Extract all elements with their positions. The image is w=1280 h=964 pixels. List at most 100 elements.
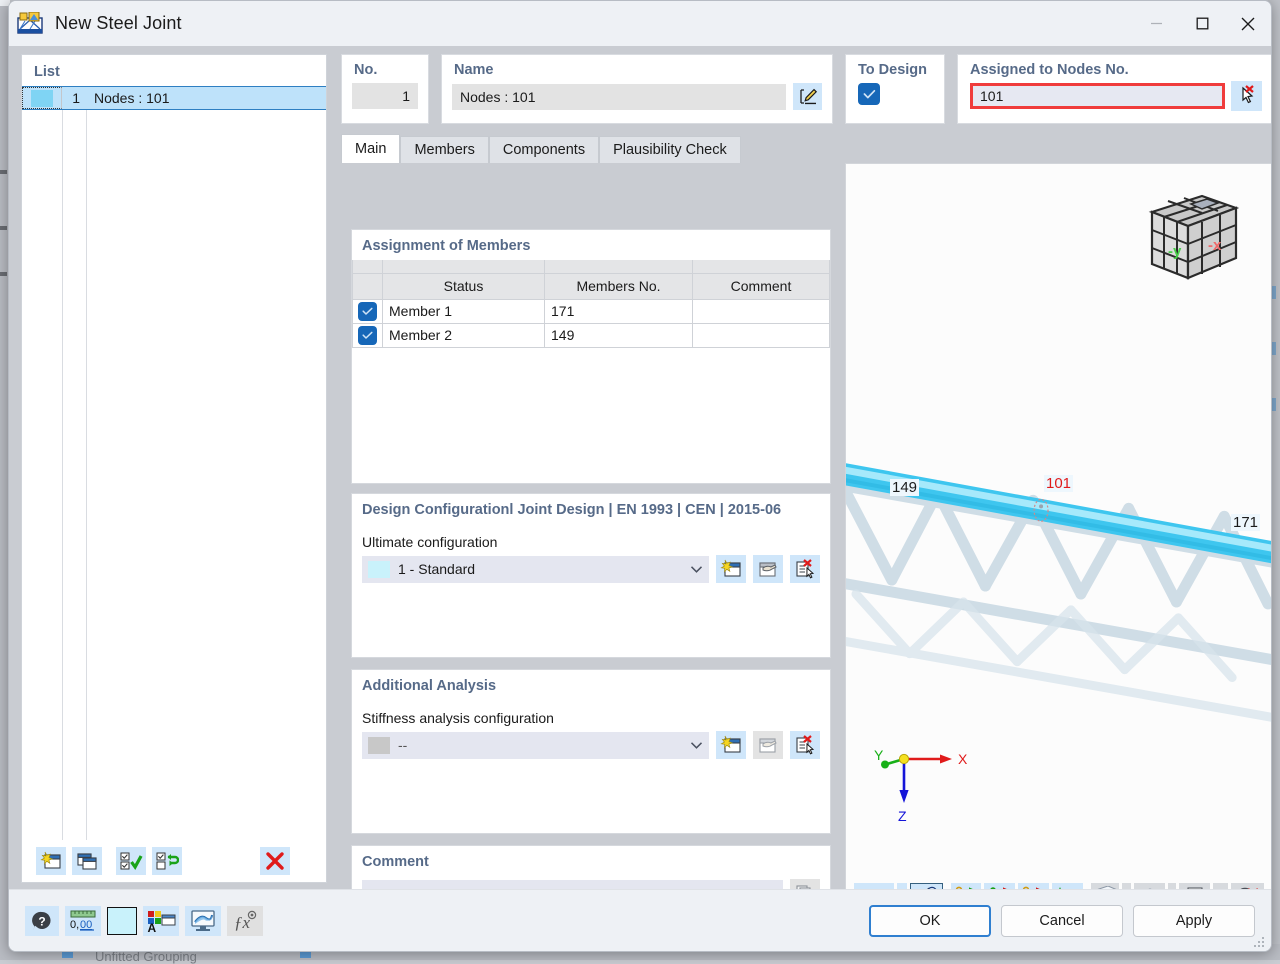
- main-tab-content: Assignment of Members Status Members No.…: [341, 163, 841, 867]
- row-comment[interactable]: [693, 299, 830, 323]
- column-header-status: Status: [383, 273, 545, 299]
- row-status: Member 2: [383, 323, 545, 347]
- member-label-149: 149: [890, 479, 919, 496]
- cancel-button[interactable]: Cancel: [1001, 905, 1123, 937]
- row-checkbox[interactable]: [358, 302, 377, 321]
- design-configuration-panel: Design Configurationl Joint Design | EN …: [351, 493, 831, 658]
- svg-text:-x: -x: [1208, 237, 1222, 254]
- maximize-button[interactable]: [1179, 1, 1225, 46]
- table-row[interactable]: Member 1 171: [353, 299, 830, 323]
- list-toolbar: [22, 840, 326, 882]
- svg-text:-y: -y: [1168, 243, 1182, 260]
- delete-stiffness-config-button[interactable]: [790, 731, 820, 759]
- table-row[interactable]: Member 2 149: [353, 323, 830, 347]
- assignment-table: Status Members No. Comment Member 1: [352, 260, 830, 348]
- member-label-171: 171: [1231, 514, 1260, 531]
- design-configuration-title: Design Configurationl Joint Design | EN …: [352, 494, 830, 524]
- svg-text:Z: Z: [898, 808, 907, 824]
- column-header-comment: Comment: [693, 273, 830, 299]
- edit-stiffness-config-button: [753, 731, 783, 759]
- configuration-swatch-icon: [368, 561, 390, 578]
- list-panel: List 1 Nodes : 101: [21, 54, 327, 883]
- tab-members[interactable]: Members: [400, 136, 488, 163]
- invert-selection-button[interactable]: [152, 847, 182, 875]
- close-button[interactable]: [1225, 1, 1271, 46]
- column-header-check: [353, 273, 383, 299]
- window-title: New Steel Joint: [55, 13, 182, 34]
- help-button[interactable]: ?: [25, 906, 59, 936]
- steel-joint-icon: [17, 12, 43, 36]
- row-comment[interactable]: [693, 323, 830, 347]
- model-viewport[interactable]: 149 101 171: [845, 163, 1272, 919]
- edit-configuration-button[interactable]: [753, 555, 783, 583]
- stiffness-analysis-label: Stiffness analysis configuration: [352, 700, 830, 731]
- row-checkbox-cell[interactable]: [353, 299, 383, 323]
- visualization-button[interactable]: [185, 906, 221, 936]
- new-configuration-button[interactable]: [716, 555, 746, 583]
- new-stiffness-config-button[interactable]: [716, 731, 746, 759]
- delete-configuration-button[interactable]: [790, 555, 820, 583]
- background-tick: [0, 226, 7, 230]
- list-body: 1 Nodes : 101: [22, 86, 326, 840]
- new-steel-joint-dialog: New Steel Joint List: [8, 0, 1272, 952]
- name-input[interactable]: Nodes : 101: [452, 84, 786, 110]
- color-swatch-icon: [31, 90, 53, 107]
- svg-text:?: ?: [38, 914, 45, 928]
- new-item-button[interactable]: [36, 847, 66, 875]
- ultimate-configuration-value: 1 - Standard: [398, 561, 475, 577]
- row-members-no[interactable]: 171: [545, 299, 693, 323]
- resize-grip[interactable]: [1254, 935, 1266, 947]
- to-design-checkbox[interactable]: [858, 83, 880, 105]
- column-header-members-no: Members No.: [545, 273, 693, 299]
- list-item[interactable]: 1 Nodes : 101: [22, 86, 326, 110]
- pick-node-cursor-icon[interactable]: [1231, 81, 1262, 111]
- comment-title: Comment: [352, 846, 830, 876]
- navigation-cube[interactable]: -y -x: [1144, 186, 1244, 286]
- list-item-swatch-cell: [22, 87, 62, 109]
- copy-item-button[interactable]: [72, 847, 102, 875]
- svg-text:00: 00: [80, 919, 92, 931]
- edit-pencil-icon[interactable]: [793, 83, 822, 110]
- footer-buttons: OK Cancel Apply: [869, 905, 1255, 937]
- list-item-number: 1: [62, 90, 86, 106]
- no-field-card: No. 1: [341, 54, 429, 124]
- row-checkbox-cell[interactable]: [353, 323, 383, 347]
- list-grid-line: [86, 110, 87, 840]
- color-swatch-button[interactable]: [107, 907, 137, 935]
- list-grid-line: [62, 110, 63, 840]
- formula-button: ƒx: [227, 906, 263, 936]
- tab-main[interactable]: Main: [341, 134, 400, 163]
- to-design-label: To Design: [846, 55, 944, 78]
- select-all-button[interactable]: [116, 847, 146, 875]
- minimize-button[interactable]: [1133, 1, 1179, 46]
- tab-plausibility-check[interactable]: Plausibility Check: [599, 136, 741, 163]
- table-spacer-row: [353, 260, 830, 273]
- units-button[interactable]: 0, 00: [65, 906, 101, 936]
- ultimate-configuration-select[interactable]: 1 - Standard: [362, 556, 709, 583]
- dialog-footer: ? 0, 00: [9, 889, 1271, 951]
- row-members-no[interactable]: 149: [545, 323, 693, 347]
- stiffness-swatch-icon: [368, 737, 390, 754]
- svg-text:Y: Y: [874, 747, 884, 763]
- apply-button[interactable]: Apply: [1133, 905, 1255, 937]
- delete-item-button[interactable]: [260, 847, 290, 875]
- list-item-label: Nodes : 101: [86, 90, 170, 106]
- axis-indicator: X Y Z: [874, 745, 984, 830]
- footer-tools: ? 0, 00: [25, 906, 263, 936]
- table-header-row: Status Members No. Comment: [353, 273, 830, 299]
- assignment-of-members-panel: Assignment of Members Status Members No.…: [351, 229, 831, 484]
- assigned-nodes-input[interactable]: 101: [970, 83, 1225, 109]
- chevron-down-icon: [690, 561, 703, 577]
- ok-button[interactable]: OK: [869, 905, 991, 937]
- additional-analysis-panel: Additional Analysis Stiffness analysis c…: [351, 669, 831, 834]
- no-value: 1: [352, 83, 418, 109]
- ultimate-configuration-label: Ultimate configuration: [352, 524, 830, 555]
- row-checkbox[interactable]: [358, 326, 377, 345]
- assigned-nodes-card: Assigned to Nodes No. 101: [957, 54, 1272, 124]
- display-properties-button[interactable]: A: [143, 906, 179, 936]
- svg-text:X: X: [958, 751, 968, 767]
- stiffness-analysis-select[interactable]: --: [362, 732, 709, 759]
- tab-components[interactable]: Components: [489, 136, 599, 163]
- dialog-body: List 1 Nodes : 101: [9, 46, 1271, 889]
- to-design-card: To Design: [845, 54, 945, 124]
